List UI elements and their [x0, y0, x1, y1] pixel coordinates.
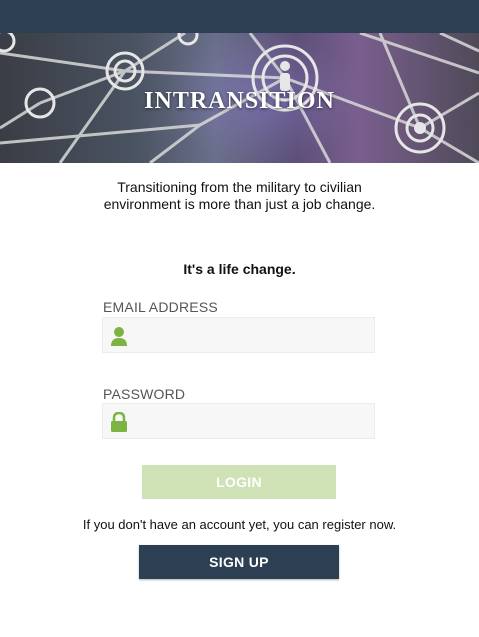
email-field[interactable]	[135, 318, 375, 354]
password-field-container[interactable]	[102, 403, 375, 440]
email-label: EMAIL ADDRESS	[103, 299, 218, 315]
hero-banner: INTRANSITION	[0, 33, 479, 163]
tagline: It's a life change.	[183, 261, 296, 277]
email-field-container[interactable]	[102, 317, 375, 354]
login-button[interactable]: LOGIN	[142, 465, 336, 499]
lock-icon	[111, 412, 127, 432]
password-label: PASSWORD	[103, 386, 186, 402]
brand-title: INTRANSITION	[144, 88, 335, 114]
sign-up-button[interactable]: SIGN UP	[139, 545, 339, 579]
intro-text: Transitioning from the military to civil…	[103, 179, 376, 212]
top-bar	[0, 0, 479, 33]
register-prompt: If you don't have an account yet, you ca…	[82, 517, 397, 532]
user-icon	[111, 327, 127, 346]
password-field[interactable]	[135, 404, 375, 440]
